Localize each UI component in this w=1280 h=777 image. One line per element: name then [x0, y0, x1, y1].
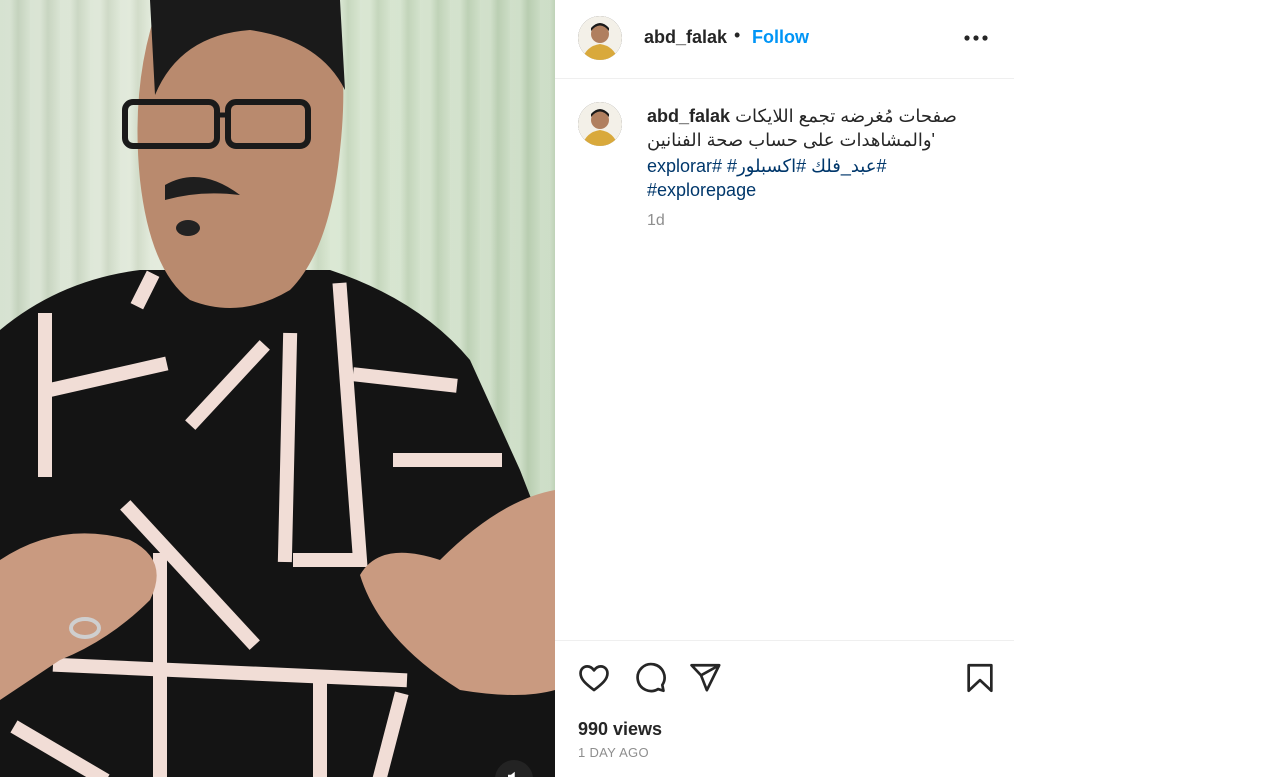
- bookmark-icon[interactable]: [963, 661, 997, 695]
- send-icon[interactable]: [688, 661, 722, 695]
- post-video[interactable]: [0, 0, 555, 777]
- caption-text: abd_falak صفحات مُغرضه تجمع اللايكات وال…: [647, 104, 987, 152]
- speaker-icon: [505, 768, 523, 777]
- hashtag-line[interactable]: explorar# #عبد_فلك #اكسبلور#: [647, 154, 987, 178]
- post-panel: abd_falak • Follow abd_falak صفحات مُغرض…: [555, 0, 1014, 777]
- heart-icon[interactable]: [577, 661, 611, 695]
- caption-hashtags: explorar# #عبد_فلك #اكسبلور# #explorepag…: [647, 154, 987, 202]
- page-background: [1014, 0, 1280, 777]
- video-frame-person: [0, 0, 555, 777]
- hashtag-line[interactable]: #explorepage: [647, 178, 987, 202]
- caption-username[interactable]: abd_falak: [647, 106, 730, 126]
- follow-button[interactable]: Follow: [752, 27, 809, 48]
- avatar[interactable]: [578, 16, 622, 60]
- separator-dot: •: [734, 25, 741, 45]
- post-header: abd_falak • Follow: [555, 0, 1014, 79]
- view-count[interactable]: 990 views: [578, 719, 662, 740]
- post-actions: 990 views 1 DAY AGO: [555, 640, 1014, 777]
- more-horizontal-icon[interactable]: [963, 29, 989, 47]
- caption-timestamp[interactable]: 1d: [647, 212, 665, 230]
- caption-avatar[interactable]: [578, 102, 622, 146]
- header-username[interactable]: abd_falak: [644, 27, 727, 48]
- comment-icon[interactable]: [633, 661, 667, 695]
- post-date: 1 DAY AGO: [578, 745, 649, 760]
